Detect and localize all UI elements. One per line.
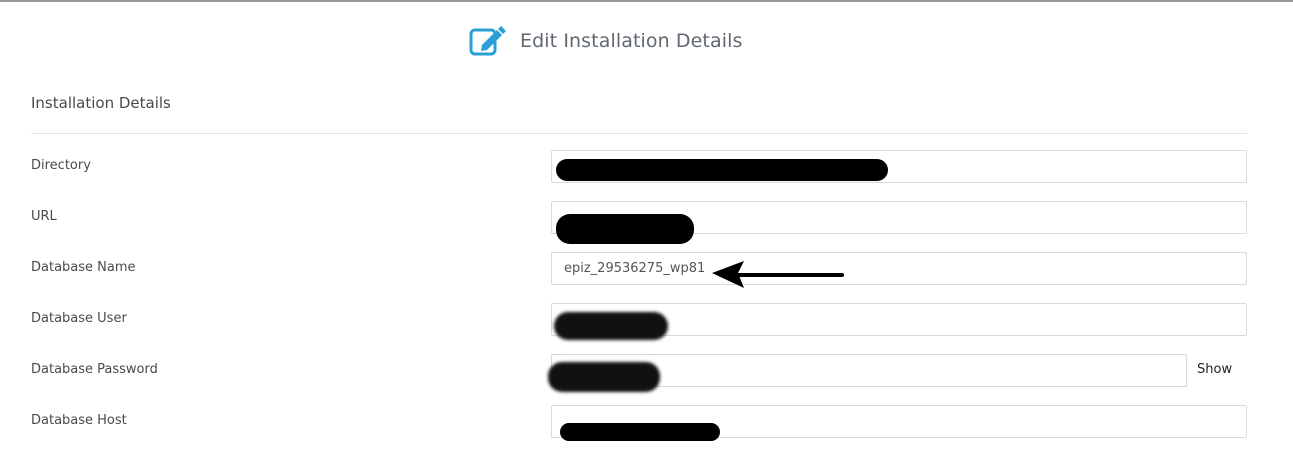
page-title: Edit Installation Details xyxy=(520,30,743,52)
url-input[interactable] xyxy=(551,201,1247,234)
database-password-input[interactable] xyxy=(551,354,1187,387)
edit-icon xyxy=(468,24,506,58)
form-row-url: URL xyxy=(0,201,1293,243)
field-label-database-user: Database User xyxy=(31,311,127,326)
form-row-database-password: Database Password Show xyxy=(0,354,1293,396)
page-header: Edit Installation Details xyxy=(468,24,742,58)
database-user-input[interactable] xyxy=(551,303,1247,336)
field-label-database-host: Database Host xyxy=(31,413,127,428)
form-row-directory: Directory xyxy=(0,150,1293,192)
form-row-database-name: Database Name xyxy=(0,252,1293,294)
form-row-database-host: Database Host xyxy=(0,405,1293,447)
field-label-directory: Directory xyxy=(31,158,91,173)
directory-input[interactable] xyxy=(551,150,1247,183)
database-name-input[interactable] xyxy=(551,252,1247,285)
field-label-url: URL xyxy=(31,209,57,224)
divider xyxy=(31,133,1247,134)
field-label-database-password: Database Password xyxy=(31,362,158,377)
show-password-button[interactable]: Show xyxy=(1197,362,1232,377)
form-row-database-user: Database User xyxy=(0,303,1293,345)
field-label-database-name: Database Name xyxy=(31,260,136,275)
section-title: Installation Details xyxy=(31,94,171,112)
database-host-input[interactable] xyxy=(551,405,1247,438)
